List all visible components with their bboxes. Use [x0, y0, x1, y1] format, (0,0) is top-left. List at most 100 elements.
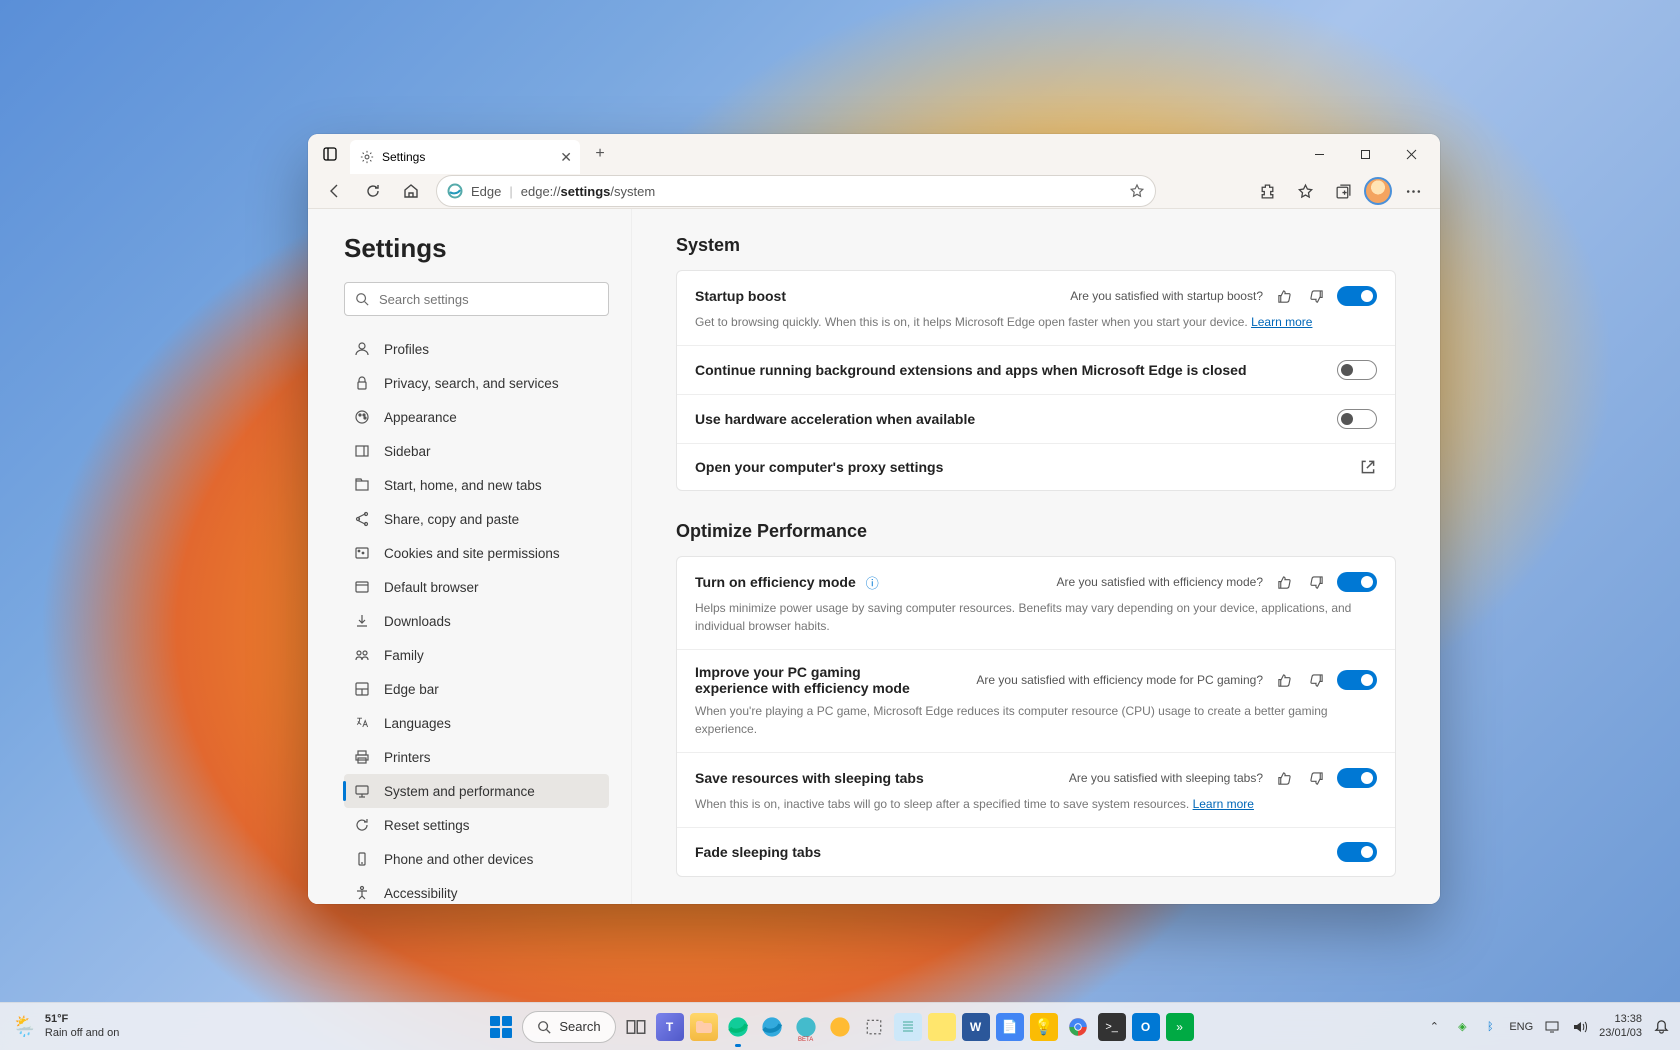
weather-desc: Rain off and on	[45, 1027, 119, 1039]
thumbs-up-icon[interactable]	[1273, 669, 1295, 691]
edge-beta-icon[interactable]: BETA	[792, 1013, 820, 1041]
edge-canary-icon[interactable]	[826, 1013, 854, 1041]
sleeping-learn-more[interactable]: Learn more	[1193, 797, 1254, 811]
sidebar-item-privacy-search-and-services[interactable]: Privacy, search, and services	[344, 366, 609, 400]
security-icon[interactable]: ◈	[1453, 1018, 1471, 1036]
network-icon[interactable]	[1543, 1018, 1561, 1036]
notepad-icon[interactable]	[894, 1013, 922, 1041]
refresh-button[interactable]	[356, 174, 390, 208]
back-button[interactable]	[318, 174, 352, 208]
sidebar-item-accessibility[interactable]: Accessibility	[344, 876, 609, 904]
chrome-icon[interactable]	[1064, 1013, 1092, 1041]
thumbs-up-icon[interactable]	[1273, 571, 1295, 593]
gaming-desc: When you're playing a PC game, Microsoft…	[695, 702, 1377, 738]
settings-title: Settings	[344, 233, 609, 264]
sidebar-item-printers[interactable]: Printers	[344, 740, 609, 774]
favorites-icon[interactable]	[1288, 174, 1322, 208]
keep-icon[interactable]: 💡	[1030, 1013, 1058, 1041]
system-tray: ⌃ ◈ ᛒ ENG 13:3823/01/03	[1425, 1013, 1670, 1039]
tab-actions-icon[interactable]	[316, 140, 344, 168]
start-button[interactable]	[486, 1012, 516, 1042]
clock[interactable]: 13:3823/01/03	[1599, 1013, 1642, 1039]
sidebar-item-profiles[interactable]: Profiles	[344, 332, 609, 366]
thumbs-down-icon[interactable]	[1305, 767, 1327, 789]
gaming-toggle[interactable]	[1337, 670, 1377, 690]
sidebar-item-label: Printers	[384, 750, 431, 765]
taskbar: 🌦️ 51°F Rain off and on Search T BETA W …	[0, 1002, 1680, 1050]
pwsh-icon[interactable]: »	[1166, 1013, 1194, 1041]
thumbs-down-icon[interactable]	[1305, 285, 1327, 307]
sidebar-item-label: Sidebar	[384, 444, 431, 459]
edge-dev-icon[interactable]	[758, 1013, 786, 1041]
address-bar[interactable]: Edge | edge://settings/system	[436, 175, 1156, 207]
sleeping-prompt: Are you satisfied with sleeping tabs?	[1069, 771, 1263, 785]
sidebar-item-sidebar[interactable]: Sidebar	[344, 434, 609, 468]
sidebar-item-family[interactable]: Family	[344, 638, 609, 672]
efficiency-toggle[interactable]	[1337, 572, 1377, 592]
sidebar-item-downloads[interactable]: Downloads	[344, 604, 609, 638]
sleeping-toggle[interactable]	[1337, 768, 1377, 788]
new-tab-button[interactable]: +	[586, 140, 614, 168]
startup-boost-toggle[interactable]	[1337, 286, 1377, 306]
browser-tab[interactable]: Settings ✕	[350, 140, 580, 174]
sidebar-item-reset-settings[interactable]: Reset settings	[344, 808, 609, 842]
chevron-up-icon[interactable]: ⌃	[1425, 1018, 1443, 1036]
sidebar-item-edge-bar[interactable]: Edge bar	[344, 672, 609, 706]
minimize-button[interactable]	[1296, 138, 1342, 170]
thumbs-up-icon[interactable]	[1273, 285, 1295, 307]
info-icon[interactable]: ⓘ	[866, 573, 879, 592]
family-icon	[354, 647, 370, 663]
home-button[interactable]	[394, 174, 428, 208]
address-label: Edge	[471, 184, 501, 199]
docs-icon[interactable]: 📄	[996, 1013, 1024, 1041]
extensions-icon[interactable]	[1250, 174, 1284, 208]
word-icon[interactable]: W	[962, 1013, 990, 1041]
collections-icon[interactable]	[1326, 174, 1360, 208]
maximize-button[interactable]	[1342, 138, 1388, 170]
outlook-icon[interactable]: O	[1132, 1013, 1160, 1041]
optimize-card: Turn on efficiency mode ⓘ Are you satisf…	[676, 556, 1396, 877]
language-indicator[interactable]: ENG	[1509, 1021, 1533, 1033]
fade-toggle[interactable]	[1337, 842, 1377, 862]
more-icon[interactable]	[1396, 174, 1430, 208]
sidebar-item-cookies-and-site-permissions[interactable]: Cookies and site permissions	[344, 536, 609, 570]
teams-icon[interactable]: T	[656, 1013, 684, 1041]
close-window-button[interactable]	[1388, 138, 1434, 170]
snipping-icon[interactable]	[860, 1013, 888, 1041]
thumbs-down-icon[interactable]	[1305, 571, 1327, 593]
sticky-notes-icon[interactable]	[928, 1013, 956, 1041]
sidebar-item-share-copy-and-paste[interactable]: Share, copy and paste	[344, 502, 609, 536]
search-input[interactable]	[379, 292, 598, 307]
notifications-icon[interactable]	[1652, 1018, 1670, 1036]
volume-icon[interactable]	[1571, 1018, 1589, 1036]
task-view-icon[interactable]	[622, 1013, 650, 1041]
close-tab-icon[interactable]: ✕	[560, 149, 572, 166]
sleeping-desc: When this is on, inactive tabs will go t…	[695, 795, 1377, 813]
startup-boost-learn-more[interactable]: Learn more	[1251, 315, 1312, 329]
thumbs-up-icon[interactable]	[1273, 767, 1295, 789]
sidebar-item-phone-and-other-devices[interactable]: Phone and other devices	[344, 842, 609, 876]
sidebar-item-system-and-performance[interactable]: System and performance	[344, 774, 609, 808]
bg-ext-toggle[interactable]	[1337, 360, 1377, 380]
sidebar-item-languages[interactable]: Languages	[344, 706, 609, 740]
sidebar-item-appearance[interactable]: Appearance	[344, 400, 609, 434]
favorite-icon[interactable]	[1129, 183, 1145, 199]
hw-accel-toggle[interactable]	[1337, 409, 1377, 429]
search-settings[interactable]	[344, 282, 609, 316]
sidebar-item-default-browser[interactable]: Default browser	[344, 570, 609, 604]
row-proxy[interactable]: Open your computer's proxy settings	[677, 444, 1395, 490]
row-efficiency: Turn on efficiency mode ⓘ Are you satisf…	[677, 557, 1395, 650]
sidebar-item-label: Start, home, and new tabs	[384, 478, 542, 493]
weather-widget[interactable]: 🌦️ 51°F Rain off and on	[12, 1013, 119, 1039]
edge-logo-icon	[447, 183, 463, 199]
bluetooth-icon[interactable]: ᛒ	[1481, 1018, 1499, 1036]
sidebar-item-start-home-and-new-tabs[interactable]: Start, home, and new tabs	[344, 468, 609, 502]
profile-avatar[interactable]	[1364, 177, 1392, 205]
edge-icon[interactable]	[724, 1013, 752, 1041]
taskbar-search[interactable]: Search	[522, 1011, 615, 1043]
thumbs-down-icon[interactable]	[1305, 669, 1327, 691]
explorer-icon[interactable]	[690, 1013, 718, 1041]
browser-icon	[354, 579, 370, 595]
terminal-icon[interactable]: >_	[1098, 1013, 1126, 1041]
printer-icon	[354, 749, 370, 765]
